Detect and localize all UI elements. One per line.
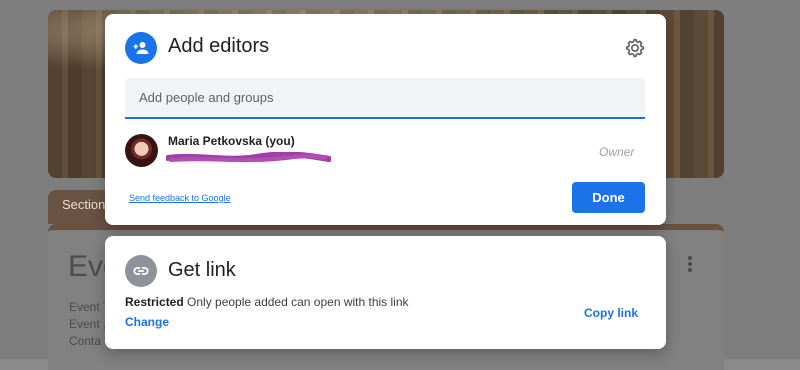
link-icon <box>125 255 157 287</box>
form-field-event-title: Event T <box>69 300 111 314</box>
add-people-input[interactable] <box>139 78 645 117</box>
avatar <box>125 134 158 167</box>
add-people-field[interactable] <box>125 78 645 119</box>
form-field-event: Event , <box>69 317 107 331</box>
section-tab: Section <box>48 190 110 224</box>
add-editors-dialog: Add editors Maria Petkovska (you) Owner … <box>105 14 666 225</box>
restriction-label: Restricted <box>125 295 184 309</box>
restriction-description: Only people added can open with this lin… <box>187 295 409 309</box>
get-link-dialog: Get link Restricted Only people added ca… <box>105 236 666 349</box>
redacted-email-scribble <box>166 152 331 163</box>
more-vertical-icon <box>686 256 694 274</box>
copy-link-button[interactable]: Copy link <box>584 306 638 320</box>
change-link-button[interactable]: Change <box>125 315 169 329</box>
user-name: Maria Petkovska (you) <box>168 134 295 148</box>
gear-icon[interactable] <box>624 37 646 59</box>
link-restriction-text: Restricted Only people added can open wi… <box>125 295 409 309</box>
add-person-icon <box>125 32 157 64</box>
send-feedback-link[interactable]: Send feedback to Google <box>129 193 231 203</box>
form-field-contact: Conta <box>69 334 102 348</box>
owner-role: Owner <box>599 145 635 159</box>
done-button[interactable]: Done <box>572 182 645 213</box>
add-editors-title: Add editors <box>168 35 270 57</box>
get-link-title: Get link <box>168 259 236 281</box>
